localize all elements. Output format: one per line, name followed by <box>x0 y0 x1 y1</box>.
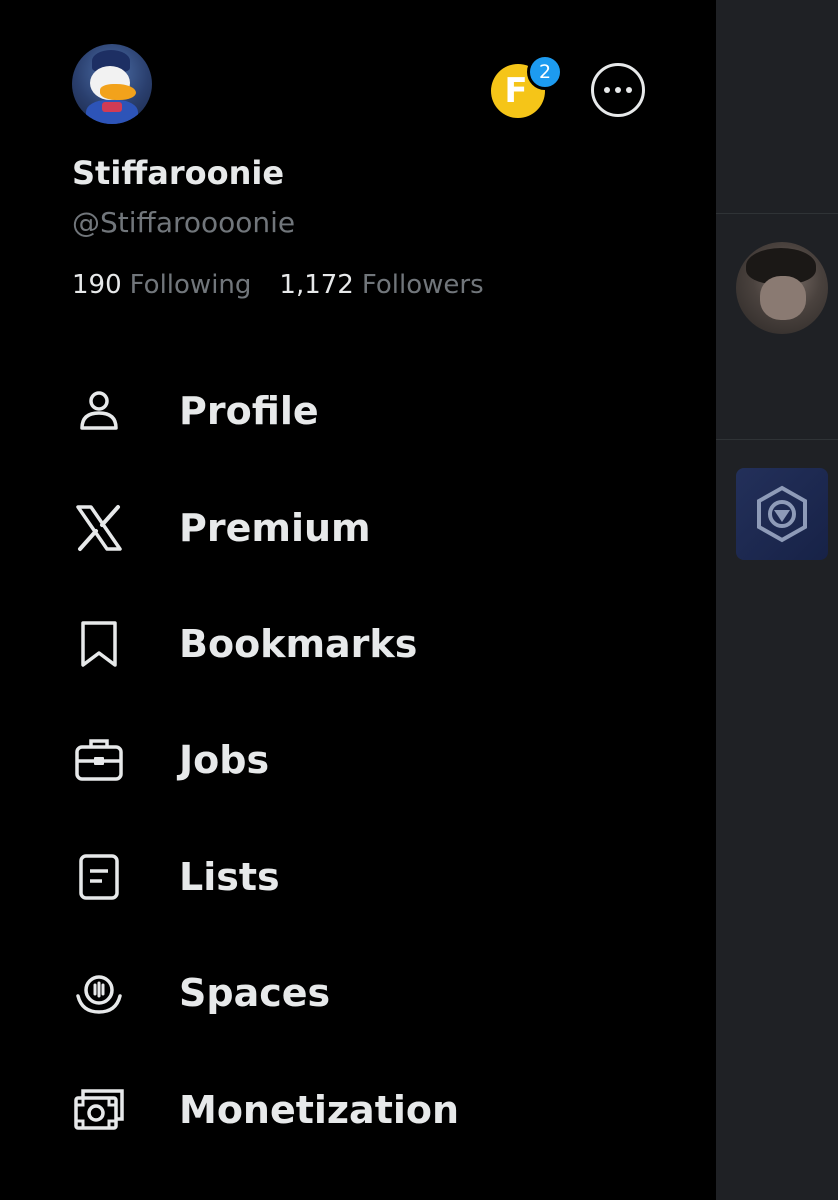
coin-letter: F <box>504 71 528 111</box>
menu-label-lists: Lists <box>179 854 280 899</box>
menu-item-monetization[interactable]: Monetization <box>0 1051 716 1167</box>
microphone-icon <box>72 966 126 1020</box>
bookmark-icon <box>72 617 126 671</box>
x-logo-icon <box>72 501 126 555</box>
list-icon <box>72 850 126 904</box>
feed-user-avatar[interactable] <box>736 242 828 334</box>
menu-label-spaces: Spaces <box>179 971 331 1016</box>
menu-label-monetization: Monetization <box>179 1087 460 1132</box>
menu-item-jobs[interactable]: Jobs <box>0 702 716 818</box>
ellipsis-dot <box>615 87 621 93</box>
feed-divider <box>716 213 838 214</box>
feed-crypto-logo[interactable] <box>736 468 828 560</box>
followers-count: 1,172 <box>279 270 354 300</box>
user-handle: @Stiffaroooonie <box>72 206 296 239</box>
menu-item-bookmarks[interactable]: Bookmarks <box>0 586 716 702</box>
feed-divider <box>716 439 838 440</box>
menu-item-lists[interactable]: Lists <box>0 819 716 935</box>
menu-item-premium[interactable]: Premium <box>0 469 716 585</box>
menu-item-spaces[interactable]: Spaces <box>0 935 716 1051</box>
more-options-button[interactable] <box>591 63 645 117</box>
avatar[interactable] <box>72 44 152 124</box>
menu-label-premium: Premium <box>179 505 371 550</box>
menu-label-profile: Profile <box>179 389 319 434</box>
followers-label: Followers <box>361 270 484 300</box>
hexagon-logo-icon <box>757 485 807 543</box>
ellipsis-icon <box>604 87 610 93</box>
ellipsis-dot <box>626 87 632 93</box>
display-name[interactable]: Stiffaroonie <box>72 154 284 192</box>
following-count: 190 <box>72 270 122 300</box>
followers-link[interactable]: 1,172 Followers <box>279 270 483 300</box>
screen: F 2 Stiffaroonie @Stiffaroooonie 190 Foll… <box>0 0 838 1200</box>
background-feed[interactable] <box>716 0 838 1200</box>
drawer-menu: Profile Premium Bookmarks Jobs Lists Spa… <box>0 353 716 1168</box>
menu-item-profile[interactable]: Profile <box>0 353 716 469</box>
money-icon <box>72 1083 126 1137</box>
notification-badge: 2 <box>527 54 563 90</box>
menu-label-jobs: Jobs <box>179 738 270 783</box>
briefcase-icon <box>72 733 126 787</box>
following-link[interactable]: 190 Following <box>72 270 251 300</box>
side-drawer: F 2 Stiffaroonie @Stiffaroooonie 190 Foll… <box>0 0 716 1200</box>
following-label: Following <box>129 270 252 300</box>
menu-label-bookmarks: Bookmarks <box>179 621 418 666</box>
person-icon <box>72 384 126 438</box>
follow-counts: 190 Following 1,172 Followers <box>72 270 484 300</box>
